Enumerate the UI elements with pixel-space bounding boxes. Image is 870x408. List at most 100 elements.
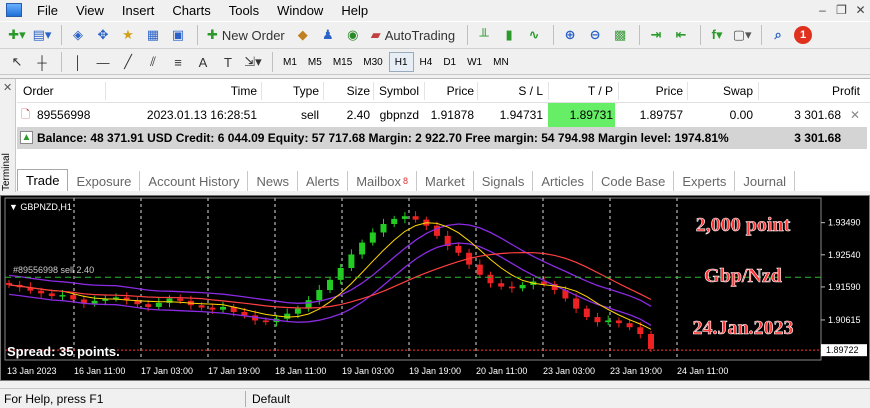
bear-candle [198,305,205,308]
tab-code-base[interactable]: Code Base [593,171,675,191]
zoom-in-icon[interactable]: ⊕ [559,24,581,46]
col-profit[interactable]: Profit [758,79,860,103]
menu-charts[interactable]: Charts [163,3,219,18]
navigator-icon[interactable]: ★ [117,24,139,46]
menu-tools[interactable]: Tools [220,3,268,18]
price-tick-label: 1.92540 [828,250,861,260]
table-row[interactable]: 🗋 89556998 2023.01.13 16:28:51 sell 2.40… [17,103,870,127]
bear-candle [626,323,633,328]
trendline-icon[interactable]: ╱ [117,51,139,73]
col-cur-price[interactable]: Price [618,79,683,103]
col-time[interactable]: Time [105,79,257,103]
close-icon[interactable]: ✕ [851,0,870,20]
crosshair-icon[interactable]: ┼ [31,51,53,73]
autoscroll-icon[interactable]: ⇥ [645,24,667,46]
profiles-icon[interactable]: ▤▾ [31,24,53,46]
menu-window[interactable]: Window [268,3,332,18]
tab-exposure[interactable]: Exposure [68,171,141,191]
bear-candle [70,295,77,300]
equidistant-channel-icon[interactable]: ⫽ [142,51,164,73]
tab-experts[interactable]: Experts [674,171,736,191]
autotrading-icon: ▰ [370,27,381,42]
menu-view[interactable]: View [67,3,113,18]
terminal-window-icon[interactable]: ▦ [142,24,164,46]
autotrading-button[interactable]: ▰ AutoTrading [367,24,459,46]
timeframe-m1[interactable]: M1 [278,52,302,72]
zoom-out-icon[interactable]: ⊖ [584,24,606,46]
tab-signals[interactable]: Signals [474,171,534,191]
search-icon[interactable]: ⌕ [767,24,789,46]
tile-windows-icon[interactable]: ▩ [609,24,631,46]
bar-chart-icon[interactable]: ╨ [473,24,495,46]
tab-market[interactable]: Market [417,171,474,191]
timeframe-w1[interactable]: W1 [462,52,487,72]
col-sl[interactable]: S / L [477,79,543,103]
col-swap[interactable]: Swap [687,79,753,103]
bear-candle [508,286,515,289]
notifications-button[interactable]: 1 [792,24,814,46]
fibonacci-icon[interactable]: ≡ [167,51,189,73]
tab-trade[interactable]: Trade [17,169,69,191]
tab-news[interactable]: News [248,171,298,191]
toolbar-separator [61,52,62,72]
col-symbol[interactable]: Symbol [359,79,419,103]
bull-candle [519,284,526,289]
bear-candle [615,320,622,324]
time-tick-label: 13 Jan 2023 [7,366,57,376]
menu-help[interactable]: Help [332,3,377,18]
metaeditor-icon[interactable]: ◆ [292,24,314,46]
tab-alerts[interactable]: Alerts [298,171,349,191]
terminal-panel: ✕ Terminal Order Time Type Size Symbol P… [0,78,870,192]
restore-icon[interactable]: ❐ [832,0,851,20]
market-watch-icon[interactable]: ◈ [67,24,89,46]
bull-candle [401,216,408,219]
order-symbol: gbpnzd [379,108,419,122]
minimize-icon[interactable]: – [813,0,832,20]
strategy-tester-icon[interactable]: ▣ [167,24,189,46]
standard-toolbar: ✚▾ ▤▾ ◈ ✥ ★ ▦ ▣ ✚ New Order ◆ ♟ ◉ ▰ AutoTr… [0,21,870,49]
status-help-text: For Help, press F1 [4,392,104,406]
timeframe-mn[interactable]: MN [488,52,514,72]
candlestick-icon[interactable]: ▮ [498,24,520,46]
signals-icon[interactable]: ♟ [317,24,339,46]
timeframe-d1[interactable]: D1 [438,52,461,72]
vps-icon[interactable]: ◉ [342,24,364,46]
line-chart-icon[interactable]: ∿ [523,24,545,46]
new-order-button[interactable]: ✚ New Order [203,24,289,46]
text-tool-icon[interactable]: A [192,51,214,73]
new-chart-icon[interactable]: ✚▾ [6,24,28,46]
tab-articles[interactable]: Articles [533,171,594,191]
tab-account-history[interactable]: Account History [140,171,249,191]
close-order-icon[interactable]: ✕ [850,103,860,127]
new-order-icon: ✚ [207,27,218,42]
periods-icon[interactable]: ▢▾ [731,24,753,46]
timeframe-m5[interactable]: M5 [303,52,327,72]
bear-candle [648,334,654,349]
chart-shift-icon[interactable]: ⇤ [670,24,692,46]
price-tick-label: 1.90615 [828,315,861,325]
col-type[interactable]: Type [261,79,319,103]
tab-mailbox[interactable]: Mailbox 8 [348,171,418,191]
timeframe-h1[interactable]: H1 [388,52,414,72]
timeframe-m15[interactable]: M15 [328,52,357,72]
menu-insert[interactable]: Insert [113,3,164,18]
indicators-icon[interactable]: f▾ [706,24,728,46]
col-price[interactable]: Price [424,79,474,103]
arrows-tool-icon[interactable]: ⇲▾ [242,51,264,73]
data-window-icon[interactable]: ✥ [92,24,114,46]
price-chart[interactable]: 13 Jan 2023 16 Jan 11:00 17 Jan 03:00 17 Ja… [0,195,870,381]
bear-candle [412,216,419,220]
timeframe-m30[interactable]: M30 [358,52,387,72]
tab-journal[interactable]: Journal [735,171,796,191]
vertical-line-icon[interactable]: │ [67,51,89,73]
horizontal-line-icon[interactable]: — [92,51,114,73]
col-tp[interactable]: T / P [548,79,613,103]
col-order[interactable]: Order [23,79,54,103]
chart-canvas[interactable]: 13 Jan 2023 16 Jan 11:00 17 Jan 03:00 17 Ja… [1,196,869,380]
timeframe-h4[interactable]: H4 [415,52,438,72]
cursor-icon[interactable]: ↖ [6,51,28,73]
menu-file[interactable]: File [28,3,67,18]
terminal-close-icon[interactable]: ✕ [3,81,12,94]
bid-price-label: 1.89722 [826,345,859,355]
text-label-icon[interactable]: T [217,51,239,73]
